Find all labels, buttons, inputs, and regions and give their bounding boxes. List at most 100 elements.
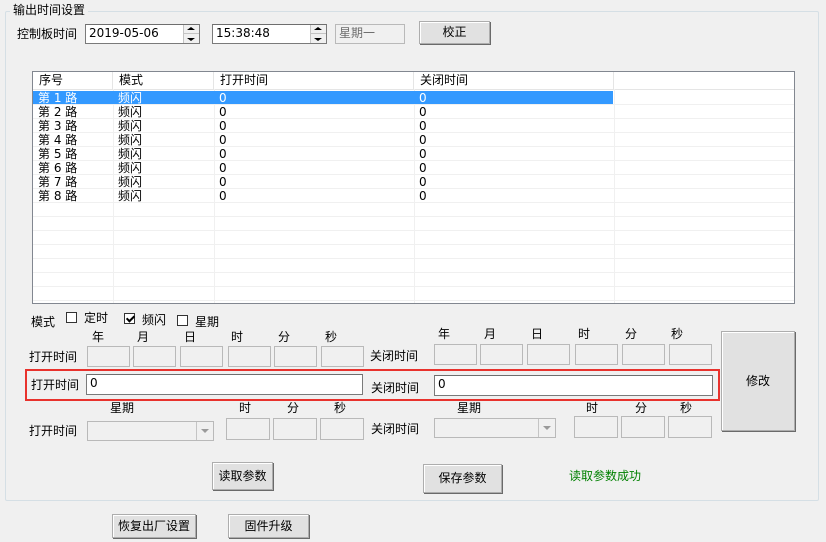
week-close-time-label: 关闭时间 <box>371 422 420 436</box>
open-month-field[interactable] <box>133 346 176 367</box>
table-row[interactable]: 第 4 路 频闪 0 0 <box>33 133 613 147</box>
save-params-button[interactable]: 保存参数 <box>423 464 502 493</box>
close-minute-header: 分 <box>625 327 638 341</box>
time-spinner[interactable] <box>310 25 326 43</box>
table-row[interactable]: 第 2 路 频闪 0 0 <box>33 105 613 119</box>
firmware-upgrade-button[interactable]: 固件升级 <box>228 514 309 538</box>
row-close-time: 0 <box>419 119 427 133</box>
row-open-time: 0 <box>219 119 227 133</box>
weekday-field: 星期一 <box>335 24 405 44</box>
row-index: 第 7 路 <box>38 175 78 189</box>
open-year-field[interactable] <box>87 346 130 367</box>
close-month-field[interactable] <box>480 344 523 365</box>
month-header: 月 <box>137 330 150 344</box>
row-close-time: 0 <box>419 105 427 119</box>
flash-close-time-input[interactable]: 0 <box>434 375 713 396</box>
year-header: 年 <box>92 330 105 344</box>
row-index: 第 3 路 <box>38 119 78 133</box>
column-header-close-time[interactable]: 关闭时间 <box>414 72 614 89</box>
mode-week-label[interactable]: 星期 <box>195 315 219 329</box>
column-header-mode[interactable]: 模式 <box>113 72 214 89</box>
hour-header: 时 <box>231 330 244 344</box>
row-mode: 频闪 <box>118 91 143 105</box>
row-mode: 频闪 <box>118 189 143 203</box>
spin-up-icon[interactable] <box>311 25 326 34</box>
mode-flash-label[interactable]: 频闪 <box>142 313 166 327</box>
week-close-hour-field[interactable] <box>574 416 618 438</box>
spin-down-icon[interactable] <box>184 34 199 43</box>
open-week-select[interactable] <box>87 421 214 441</box>
week-close-minute-field[interactable] <box>621 416 665 438</box>
table-row[interactable]: 第 8 路 频闪 0 0 <box>33 189 613 203</box>
table-row[interactable]: 第 6 路 频闪 0 0 <box>33 161 613 175</box>
read-params-button[interactable]: 读取参数 <box>212 462 273 490</box>
mode-week-checkbox[interactable] <box>177 315 188 326</box>
date-open-time-label: 打开时间 <box>29 350 78 364</box>
row-index: 第 2 路 <box>38 105 78 119</box>
time-picker[interactable]: 15:38:48 <box>212 24 327 44</box>
close-hour-header: 时 <box>578 327 591 341</box>
chevron-down-icon[interactable] <box>196 422 213 440</box>
spin-up-icon[interactable] <box>184 25 199 34</box>
row-open-time: 0 <box>219 133 227 147</box>
close-hour-field[interactable] <box>575 344 618 365</box>
close-second-field[interactable] <box>669 344 712 365</box>
date-picker[interactable]: 2019-05-06 <box>85 24 200 44</box>
mode-flash-checkbox[interactable] <box>124 313 135 324</box>
open-hour-field[interactable] <box>228 346 271 367</box>
column-header-index[interactable]: 序号 <box>33 72 113 89</box>
row-open-time: 0 <box>219 105 227 119</box>
factory-reset-button[interactable]: 恢复出厂设置 <box>112 514 196 538</box>
close-week-hour-header: 时 <box>586 401 599 415</box>
modify-button[interactable]: 修改 <box>721 331 795 431</box>
mode-timed-checkbox[interactable] <box>66 312 77 323</box>
list-header: 序号 模式 打开时间 关闭时间 <box>33 72 794 90</box>
week-close-second-field[interactable] <box>668 416 712 438</box>
table-row[interactable]: 第 1 路 频闪 0 0 <box>33 91 613 105</box>
open-day-field[interactable] <box>180 346 223 367</box>
close-year-header: 年 <box>438 327 451 341</box>
table-row[interactable]: 第 3 路 频闪 0 0 <box>33 119 613 133</box>
row-open-time: 0 <box>219 161 227 175</box>
flash-open-time-input[interactable]: 0 <box>86 374 363 395</box>
calibrate-button[interactable]: 校正 <box>419 21 490 44</box>
close-minute-field[interactable] <box>622 344 665 365</box>
open-minute-field[interactable] <box>274 346 317 367</box>
close-day-header: 日 <box>531 327 544 341</box>
table-row[interactable]: 第 5 路 频闪 0 0 <box>33 147 613 161</box>
close-month-header: 月 <box>484 327 497 341</box>
row-index: 第 5 路 <box>38 147 78 161</box>
week-open-hour-field[interactable] <box>226 418 270 440</box>
flash-close-time-label: 关闭时间 <box>371 381 420 395</box>
close-day-field[interactable] <box>527 344 570 365</box>
open-second-field[interactable] <box>321 346 364 367</box>
row-mode: 频闪 <box>118 119 143 133</box>
date-value: 2019-05-06 <box>89 26 159 40</box>
time-value: 15:38:48 <box>216 26 270 40</box>
flash-open-time-label: 打开时间 <box>31 378 80 392</box>
row-index: 第 1 路 <box>38 91 78 105</box>
spin-down-icon[interactable] <box>311 34 326 43</box>
mode-timed-label[interactable]: 定时 <box>84 311 108 325</box>
control-board-time-label: 控制板时间 <box>17 27 78 41</box>
date-close-time-label: 关闭时间 <box>370 349 419 363</box>
channel-list[interactable]: 序号 模式 打开时间 关闭时间 第 1 路频闪 0 0 第 2 路频闪 0 0 第 3 路频… <box>32 71 795 304</box>
status-message: 读取参数成功 <box>569 469 642 483</box>
week-open-minute-field[interactable] <box>273 418 317 440</box>
row-open-time: 0 <box>219 175 227 189</box>
week-header: 星期 <box>110 401 135 415</box>
week-open-time-label: 打开时间 <box>29 424 78 438</box>
day-header: 日 <box>184 330 197 344</box>
table-row[interactable]: 第 7 路 频闪 0 0 <box>33 175 613 189</box>
row-close-time: 0 <box>419 175 427 189</box>
chevron-down-icon[interactable] <box>538 419 555 437</box>
close-week-header: 星期 <box>457 401 482 415</box>
row-mode: 频闪 <box>118 161 143 175</box>
close-year-field[interactable] <box>434 344 477 365</box>
week-open-second-field[interactable] <box>320 418 364 440</box>
date-spinner[interactable] <box>183 25 199 43</box>
close-week-select[interactable] <box>434 418 556 438</box>
row-index: 第 8 路 <box>38 189 78 203</box>
close-week-minute-header: 分 <box>635 401 648 415</box>
column-header-open-time[interactable]: 打开时间 <box>214 72 414 89</box>
